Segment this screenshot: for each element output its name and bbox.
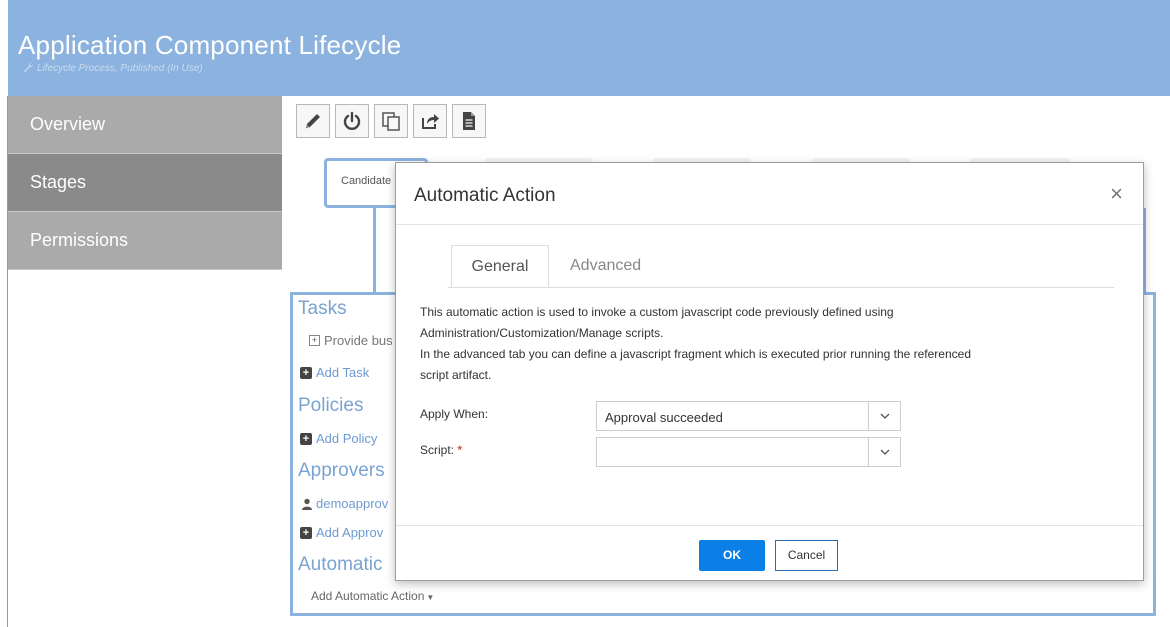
- add-policy-link[interactable]: + Add Policy: [300, 431, 377, 446]
- sidebar: Overview Stages Permissions: [8, 96, 282, 270]
- plus-icon: +: [300, 432, 312, 445]
- description-line: This automatic action is used to invoke …: [420, 305, 894, 319]
- tab-general[interactable]: General: [451, 245, 549, 287]
- policies-heading: Policies: [298, 395, 364, 416]
- app-header: Application Component Lifecycle Lifecycl…: [8, 0, 1170, 96]
- subtitle-text: Lifecycle Process, Published (In Use): [37, 62, 203, 74]
- apply-when-label: Apply When:: [420, 407, 489, 421]
- user-icon: [302, 498, 312, 510]
- approver-user[interactable]: demoapprov: [301, 496, 388, 511]
- page-subtitle: Lifecycle Process, Published (In Use): [22, 62, 203, 74]
- cancel-button[interactable]: Cancel: [775, 540, 838, 571]
- plus-icon: +: [300, 526, 312, 539]
- description-line: Administration/Customization/Manage scri…: [420, 326, 664, 340]
- dialog-header: Automatic Action ×: [396, 163, 1143, 225]
- document-icon: [463, 112, 475, 130]
- plus-icon: +: [300, 366, 312, 379]
- caret-down-icon: ▼: [426, 593, 435, 602]
- apply-when-value: Approval succeeded: [605, 410, 723, 425]
- script-select[interactable]: [596, 437, 901, 467]
- tasks-heading: Tasks: [298, 298, 347, 319]
- description-line: In the advanced tab you can define a jav…: [420, 347, 971, 361]
- dialog-tabs: General Advanced: [448, 245, 1114, 288]
- script-label-text: Script:: [420, 443, 455, 457]
- ok-button[interactable]: OK: [699, 540, 765, 571]
- script-label: Script: *: [420, 443, 462, 457]
- close-icon[interactable]: ×: [1110, 181, 1123, 207]
- add-task-label: Add Task: [316, 365, 370, 380]
- chevron-down-icon: [880, 413, 889, 419]
- page-title: Application Component Lifecycle: [18, 30, 402, 60]
- copy-button[interactable]: [374, 104, 408, 138]
- add-automatic-action-label: Add Automatic Action: [311, 589, 425, 603]
- add-task-link[interactable]: + Add Task: [300, 365, 369, 380]
- add-policy-label: Add Policy: [316, 431, 378, 446]
- add-automatic-action-dropdown[interactable]: Add Automatic Action ▼: [311, 589, 434, 603]
- dialog-title: Automatic Action: [414, 185, 556, 206]
- automatic-heading: Automatic: [298, 554, 383, 575]
- edit-button[interactable]: [296, 104, 330, 138]
- dialog-footer: OK Cancel: [396, 525, 1143, 582]
- dropdown-toggle[interactable]: [868, 402, 900, 430]
- dropdown-toggle[interactable]: [868, 438, 900, 466]
- power-icon: [343, 111, 361, 130]
- share-icon: [422, 114, 439, 129]
- task-item[interactable]: + Provide bus: [309, 333, 393, 348]
- toolbar: [296, 104, 486, 138]
- dialog-description: This automatic action is used to invoke …: [420, 302, 1120, 386]
- add-approver-link[interactable]: + Add Approv: [300, 525, 383, 540]
- approver-user-label: demoapprov: [316, 496, 389, 511]
- expand-icon[interactable]: +: [309, 335, 320, 346]
- tab-advanced[interactable]: Advanced: [552, 245, 659, 287]
- chevron-down-icon: [880, 449, 889, 455]
- share-button[interactable]: [413, 104, 447, 138]
- pencil-icon: [305, 114, 320, 129]
- sidebar-item-overview[interactable]: Overview: [8, 96, 282, 154]
- power-button[interactable]: [335, 104, 369, 138]
- wrench-icon: [23, 62, 34, 73]
- copy-icon: [382, 112, 400, 131]
- apply-when-select[interactable]: Approval succeeded: [596, 401, 901, 431]
- stage-tab-label: Candidate: [341, 175, 392, 187]
- automatic-action-dialog: Automatic Action × General Advanced This…: [395, 162, 1144, 581]
- sidebar-item-permissions[interactable]: Permissions: [8, 212, 282, 270]
- approvers-heading: Approvers: [298, 460, 385, 481]
- sidebar-item-stages[interactable]: Stages: [8, 154, 282, 212]
- stage-connector: [373, 208, 376, 294]
- required-marker: *: [457, 443, 463, 457]
- description-line: script artifact.: [420, 368, 492, 382]
- task-item-label: Provide bus: [324, 333, 393, 348]
- add-approver-label: Add Approv: [316, 525, 384, 540]
- document-button[interactable]: [452, 104, 486, 138]
